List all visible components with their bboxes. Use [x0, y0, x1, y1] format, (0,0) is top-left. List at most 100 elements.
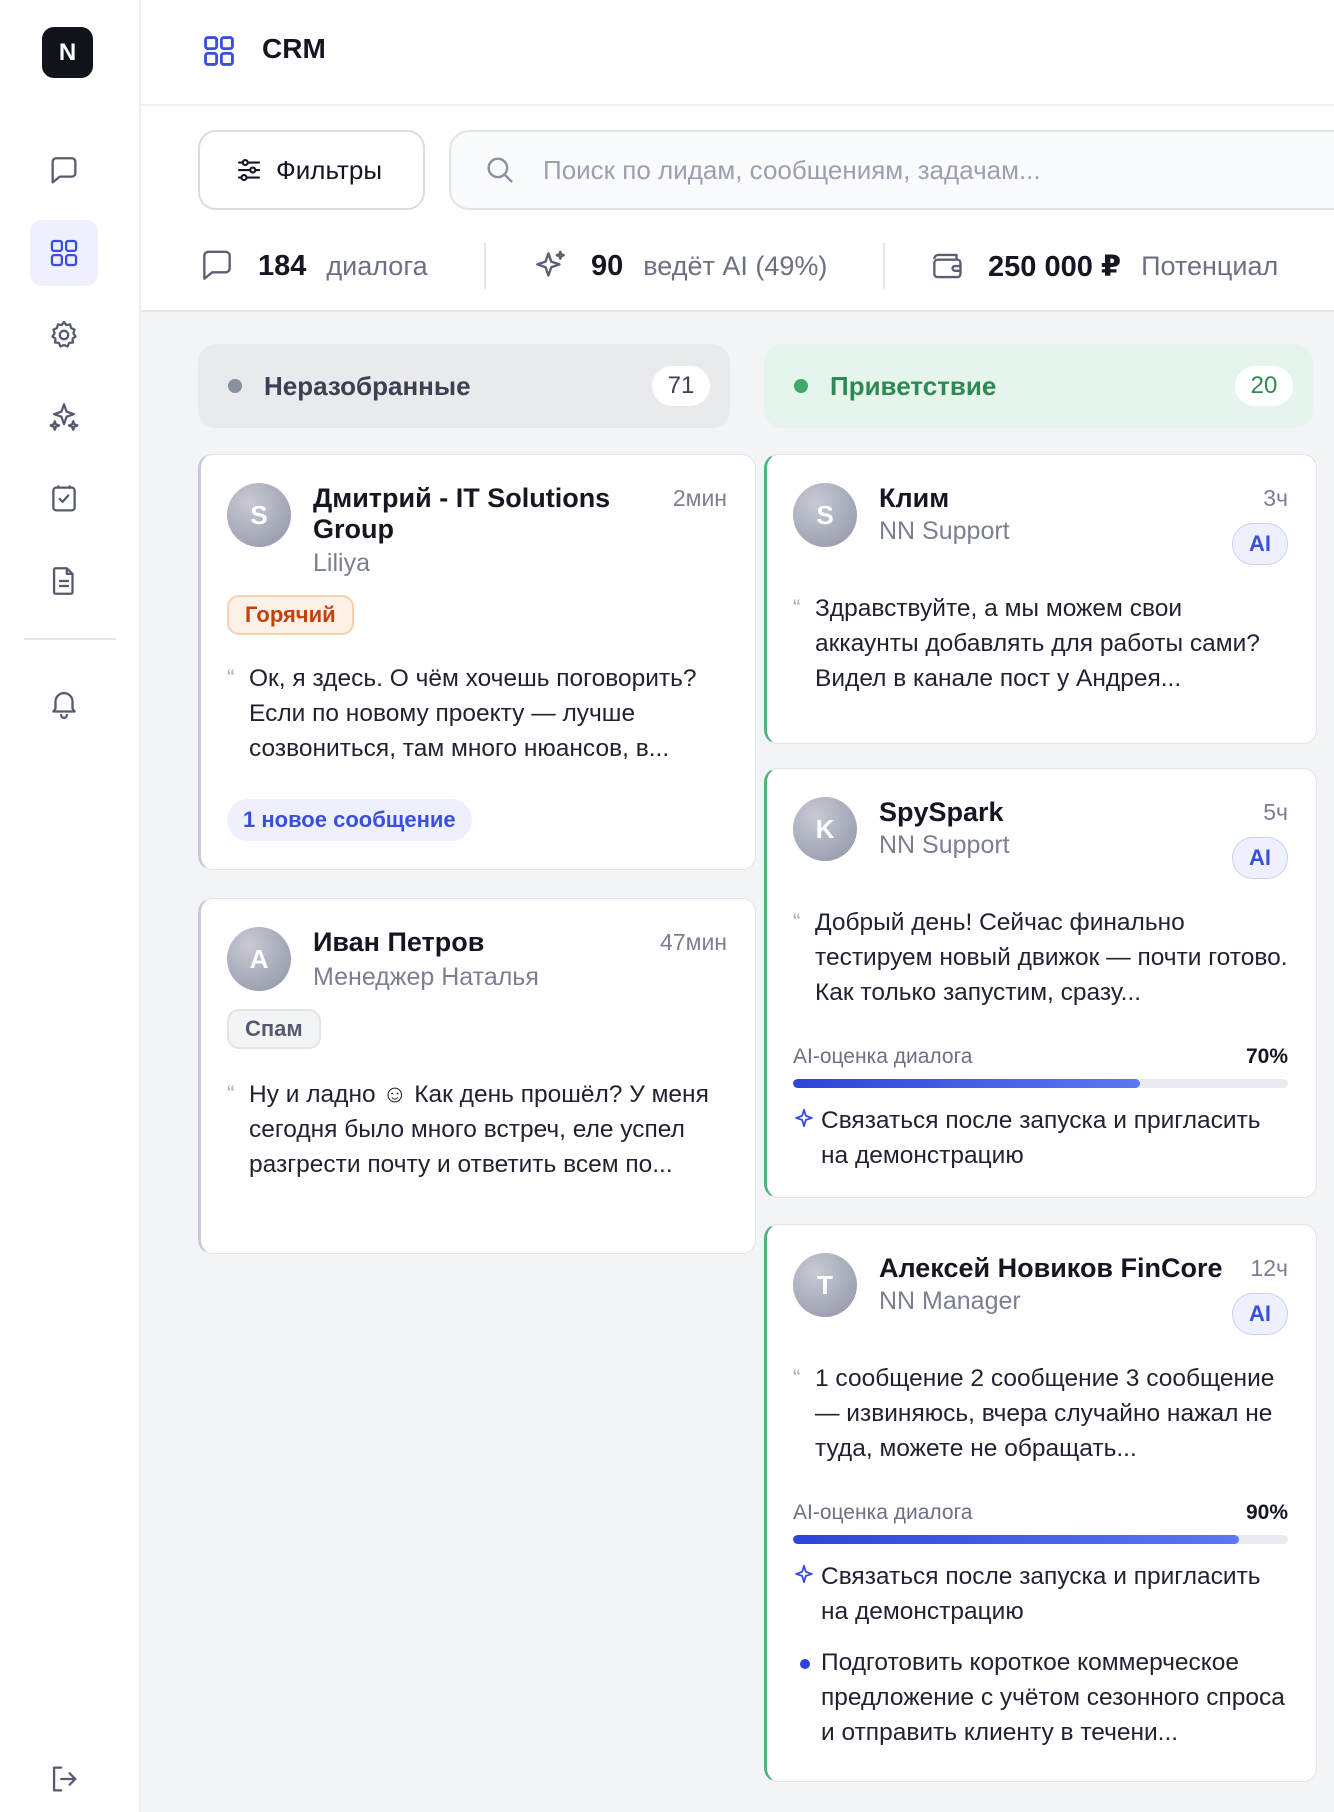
message-preview: Добрый день! Сейчас финально тестируем н… — [815, 909, 1288, 1006]
lead-card[interactable]: А Иван Петров Менеджер Наталья 47мин Спа… — [198, 898, 756, 1254]
lead-time: 12ч — [1250, 1255, 1288, 1281]
sparkles-icon — [536, 250, 565, 277]
ai-score-row: AI-оценка диалога 90% — [793, 1501, 1288, 1525]
ai-score-bar — [793, 1079, 1288, 1088]
ai-badge: AI — [1232, 523, 1288, 565]
ai-task-text: Подготовить короткое коммерческое предло… — [821, 1649, 1285, 1746]
column-status-dot — [794, 379, 808, 393]
column-title: Приветствие — [830, 370, 997, 401]
column-status-dot — [228, 379, 242, 393]
logo[interactable]: N — [42, 27, 93, 78]
ai-task[interactable]: Связаться после запуска и пригласить на … — [793, 1559, 1290, 1629]
stat-dialogs-value: 184 — [258, 249, 307, 282]
gear-icon — [51, 320, 77, 348]
nav-crm[interactable] — [30, 220, 98, 286]
lead-manager: Менеджер Наталья — [313, 963, 539, 991]
ai-score-value: 70% — [1245, 1045, 1288, 1068]
quote-icon: “ — [227, 1081, 235, 1106]
ai-score-value: 90% — [1245, 1501, 1288, 1524]
lead-time: 5ч — [1263, 799, 1288, 825]
wallet-icon — [933, 253, 962, 279]
stat-potential: 250 000 ₽ Потенциал — [928, 246, 1278, 286]
lead-name: Иван Петров — [313, 927, 485, 957]
nav-ai[interactable] — [30, 384, 98, 450]
column-header-greeting[interactable]: Приветствие 20 — [764, 344, 1313, 428]
lead-name: Клим — [879, 483, 950, 513]
column-count: 20 — [1235, 366, 1293, 406]
lead-manager: NN Manager — [879, 1287, 1021, 1315]
lead-card[interactable]: K SpySpark NN Support 5ч AI “ Добрый ден… — [764, 768, 1317, 1198]
lead-name: Алексей Новиков FinCore — [879, 1253, 1223, 1283]
chat-icon — [203, 250, 231, 280]
lead-name: Дмитрий - IT Solutions Group — [313, 483, 611, 544]
chat-icon — [51, 157, 77, 184]
nav-chats[interactable] — [30, 138, 98, 204]
lead-manager: NN Support — [879, 831, 1010, 859]
lead-card[interactable]: T Алексей Новиков FinCore NN Manager 12ч… — [764, 1224, 1317, 1782]
column-title: Неразобранные — [264, 370, 471, 401]
ai-task[interactable]: Связаться после запуска и пригласить на … — [793, 1103, 1290, 1173]
quote-icon: “ — [793, 1365, 801, 1390]
sidebar: N — [0, 0, 141, 1812]
grid-icon — [204, 36, 234, 66]
stat-potential-label: Потенциал — [1141, 250, 1279, 281]
quote-icon: “ — [793, 595, 801, 620]
top-bar: CRM — [141, 0, 1334, 106]
stat-dialogs: 184 диалога — [198, 246, 428, 286]
page-title: CRM — [262, 33, 326, 64]
stat-ai-value: 90 — [591, 249, 624, 282]
ai-task[interactable]: Подготовить короткое коммерческое предло… — [793, 1645, 1290, 1750]
sparkle-icon — [793, 1103, 821, 1173]
lead-manager: NN Support — [879, 517, 1010, 545]
stat-divider — [883, 243, 885, 289]
new-messages-badge[interactable]: 1 новое сообщение — [227, 799, 472, 841]
filters-label: Фильтры — [276, 154, 383, 185]
lead-name: SpySpark — [879, 797, 1004, 827]
ai-task-text: Связаться после запуска и пригласить на … — [821, 1563, 1261, 1625]
sparkle-icon — [793, 1559, 821, 1629]
avatar: T — [793, 1253, 857, 1317]
stat-potential-value: 250 000 ₽ — [988, 250, 1122, 283]
avatar: А — [227, 927, 291, 991]
nav-settings[interactable] — [30, 302, 98, 368]
ai-badge: AI — [1232, 837, 1288, 879]
status-badge[interactable]: Горячий — [227, 595, 354, 635]
message-preview: Здравствуйте, а мы можем свои аккаунты д… — [815, 595, 1260, 692]
sidebar-divider — [24, 638, 116, 640]
logout-icon — [52, 1766, 77, 1792]
bell-icon — [52, 692, 76, 719]
kanban-board: Неразобранные 71 Приветствие 20 S Дмитри… — [141, 312, 1334, 1812]
sliders-icon — [237, 158, 261, 182]
lead-time: 3ч — [1263, 485, 1288, 511]
dot-icon — [793, 1645, 821, 1750]
lead-time: 47мин — [660, 929, 727, 955]
ai-score-label: AI-оценка диалога — [793, 1501, 973, 1524]
ai-score-bar-fill — [793, 1535, 1239, 1544]
nav-notifications[interactable] — [30, 670, 98, 736]
stat-dialogs-label: диалога — [326, 250, 428, 281]
nav-documents[interactable] — [30, 548, 98, 614]
checklist-icon — [52, 485, 76, 512]
nav-tasks[interactable] — [30, 466, 98, 532]
filters-button[interactable]: Фильтры — [198, 130, 425, 210]
ai-task-text: Связаться после запуска и пригласить на … — [821, 1107, 1261, 1169]
ai-badge: AI — [1232, 1293, 1288, 1335]
search-input[interactable] — [543, 154, 1334, 186]
sparkles-icon — [49, 403, 79, 431]
status-badge[interactable]: Спам — [227, 1009, 321, 1049]
stat-ai: 90 ведёт AI (49%) — [531, 246, 827, 286]
ai-score-row: AI-оценка диалога 70% — [793, 1045, 1288, 1069]
document-icon — [52, 567, 74, 595]
avatar: S — [793, 483, 857, 547]
ai-score-bar — [793, 1535, 1288, 1544]
column-count: 71 — [652, 366, 710, 406]
ai-score-label: AI-оценка диалога — [793, 1045, 973, 1068]
lead-card[interactable]: S Клим NN Support 3ч AI “ Здравствуйте, … — [764, 454, 1317, 744]
ai-score-bar-fill — [793, 1079, 1140, 1088]
search-box[interactable] — [449, 130, 1334, 210]
nav-logout[interactable] — [30, 1746, 98, 1812]
lead-card[interactable]: S Дмитрий - IT Solutions Group Liliya 2м… — [198, 454, 756, 870]
avatar: K — [793, 797, 857, 861]
column-header-unsorted[interactable]: Неразобранные 71 — [198, 344, 730, 428]
message-preview: Ок, я здесь. О чём хочешь поговорить? Ес… — [249, 665, 697, 762]
